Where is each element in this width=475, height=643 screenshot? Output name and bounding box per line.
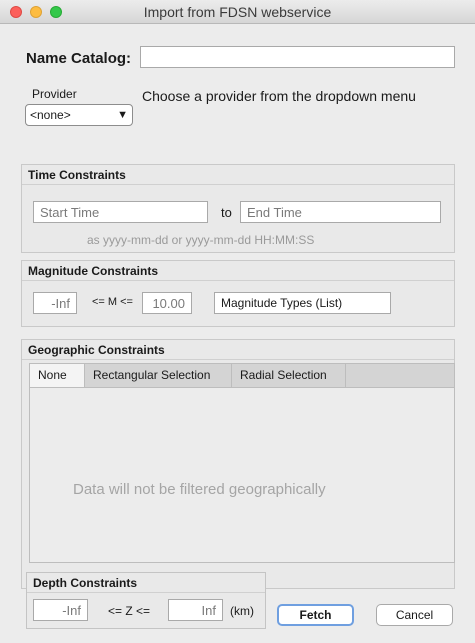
dialog-content: Name Catalog: Provider <none> ▼ Choose a…: [0, 24, 475, 643]
depth-constraints-title: Depth Constraints: [27, 573, 265, 593]
title-bar: Import from FDSN webservice: [0, 0, 475, 24]
start-time-input[interactable]: Start Time: [33, 201, 208, 223]
magnitude-types-input[interactable]: Magnitude Types (List): [214, 292, 391, 314]
geographic-constraints-title: Geographic Constraints: [22, 340, 454, 360]
name-catalog-label: Name Catalog:: [26, 50, 132, 67]
tab-rectangular-selection[interactable]: Rectangular Selection: [85, 364, 232, 387]
provider-selected-value: <none>: [30, 108, 71, 122]
end-time-input[interactable]: End Time: [240, 201, 441, 223]
dropdown-arrow-icon: ▼: [117, 109, 128, 121]
provider-dropdown[interactable]: <none> ▼: [25, 104, 133, 126]
magnitude-constraints-title: Magnitude Constraints: [22, 261, 454, 281]
depth-unit-label: (km): [230, 604, 254, 618]
time-format-hint: as yyyy-mm-dd or yyyy-mm-dd HH:MM:SS: [87, 233, 315, 247]
geographic-filter-message: Data will not be filtered geographically: [73, 481, 326, 498]
time-constraints-title: Time Constraints: [22, 165, 454, 185]
provider-label: Provider: [32, 87, 77, 101]
window-title: Import from FDSN webservice: [143, 4, 332, 20]
cancel-button[interactable]: Cancel: [376, 604, 453, 626]
name-catalog-input[interactable]: [140, 46, 455, 68]
geographic-tab-pane: Data will not be filtered geographically: [29, 387, 455, 563]
time-to-label: to: [221, 205, 232, 220]
magnitude-max-input[interactable]: 10.00: [142, 292, 192, 314]
depth-max-input[interactable]: Inf: [168, 599, 223, 621]
fetch-button[interactable]: Fetch: [277, 604, 354, 626]
tab-radial-selection[interactable]: Radial Selection: [232, 364, 346, 387]
depth-min-input[interactable]: -Inf: [33, 599, 88, 621]
provider-hint: Choose a provider from the dropdown menu: [142, 88, 416, 104]
tab-none[interactable]: None: [30, 364, 85, 388]
magnitude-min-input[interactable]: -Inf: [33, 292, 77, 314]
geographic-tab-bar: None Rectangular Selection Radial Select…: [29, 363, 455, 388]
magnitude-operator-label: <= M <=: [92, 296, 133, 308]
depth-operator-label: <= Z <=: [108, 604, 151, 618]
